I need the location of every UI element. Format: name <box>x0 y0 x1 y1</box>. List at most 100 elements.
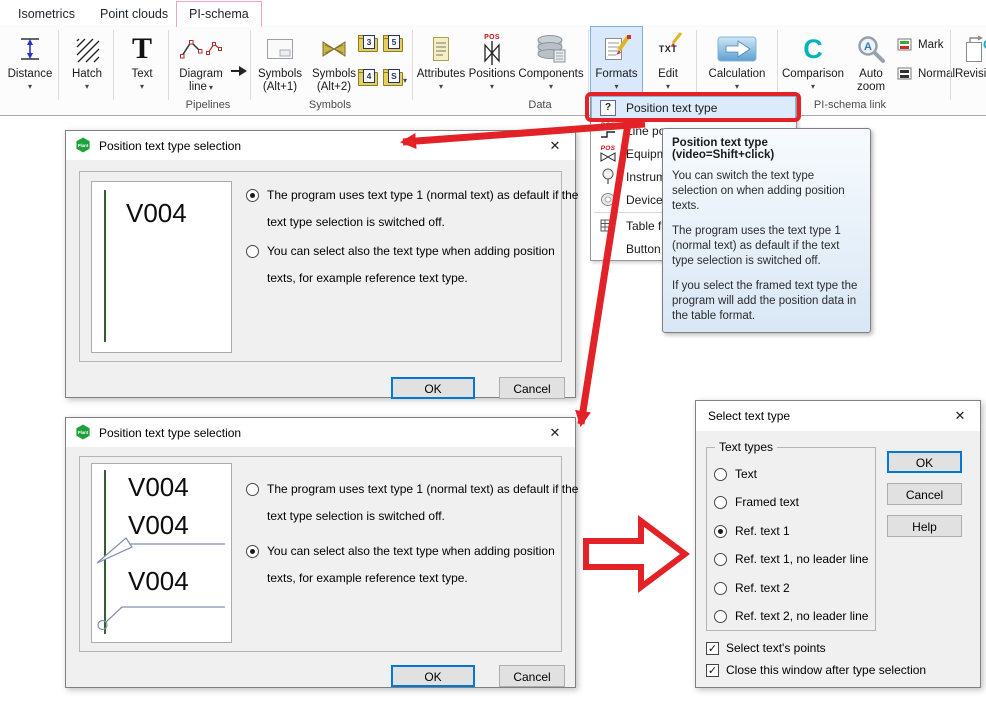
symbol-folder-3-button[interactable]: 3 <box>358 35 378 52</box>
symbol-folder-s-button[interactable]: S <box>383 69 403 86</box>
revision-button[interactable]: C Revision <box>952 28 986 112</box>
chevron-down-icon: ▾ <box>117 82 167 91</box>
radio-button-selected[interactable] <box>246 189 259 202</box>
mark-button[interactable]: Mark <box>897 38 944 52</box>
symbols-alt1-label-1: Symbols <box>254 68 306 81</box>
cancel-button[interactable]: Cancel <box>887 483 962 505</box>
group-box-label: Text types <box>715 440 777 454</box>
formats-icon <box>591 30 642 68</box>
tab-point-clouds[interactable]: Point clouds <box>88 3 180 25</box>
checkbox-close-after-selection[interactable]: ✓ Close this window after type selection <box>706 663 926 677</box>
dialog-title-bar[interactable]: Select text type ✕ <box>696 401 980 431</box>
equipment-position-icon: POS <box>596 145 620 162</box>
ok-button[interactable]: OK <box>391 665 475 687</box>
distance-button[interactable]: Distance ▾ <box>4 28 56 112</box>
radio-ref-text-2-no-leader[interactable]: Ref. text 2, no leader line <box>714 609 868 623</box>
radio-ref-text-2[interactable]: Ref. text 2 <box>714 581 790 595</box>
radio-button[interactable] <box>246 245 259 258</box>
mark-icon <box>897 38 913 52</box>
group-separator <box>777 30 778 100</box>
symbols-valve-icon <box>308 30 360 68</box>
checkbox-checked[interactable]: ✓ <box>706 642 719 655</box>
position-text-type-dialog-1: Plant Position text type selection ✕ V00… <box>65 130 576 398</box>
radio-normal-text-default[interactable]: The program uses text type 1 (normal tex… <box>246 188 585 236</box>
checkbox-checked[interactable]: ✓ <box>706 664 719 677</box>
hatch-button[interactable]: Hatch ▾ <box>62 28 112 112</box>
attributes-button[interactable]: Attributes ▾ <box>416 28 466 112</box>
symbols-alt2-label-1: Symbols <box>308 68 360 81</box>
distance-icon <box>4 30 56 68</box>
components-database-icon <box>518 30 584 68</box>
normal-button[interactable]: Normal <box>897 67 955 81</box>
group-separator <box>58 30 59 100</box>
table-icon <box>596 219 620 232</box>
cancel-button[interactable]: Cancel <box>499 377 565 399</box>
help-button[interactable]: Help <box>887 515 962 537</box>
dialog-title: Select text type <box>708 409 790 423</box>
attributes-icon <box>416 30 466 68</box>
radio-select-text-type[interactable]: You can select also the text type when a… <box>246 544 585 592</box>
distance-label: Distance <box>4 68 56 81</box>
select-text-type-dialog: Select text type ✕ Text types Text Frame… <box>695 400 981 688</box>
pipeline-arrow-icon <box>228 52 250 90</box>
folder-3-icon: 3 <box>363 35 375 49</box>
instrument-icon <box>596 168 620 185</box>
chevron-down-icon: ▾ <box>518 82 584 91</box>
ok-button[interactable]: OK <box>887 451 962 473</box>
menu-item-position-text-type[interactable]: ? Position text type <box>591 96 796 119</box>
chevron-down-icon: ▾ <box>62 82 112 91</box>
plant-app-icon: Plant <box>75 424 91 440</box>
text-label: Text <box>117 68 167 81</box>
text-button[interactable]: T Text ▾ <box>117 28 167 112</box>
close-icon[interactable]: ✕ <box>950 407 970 425</box>
radio-text[interactable]: Text <box>714 467 757 481</box>
group-label-pipelines: Pipelines <box>168 99 248 112</box>
radio-button[interactable] <box>714 553 727 566</box>
tooltip-title: Position text type (video=Shift+click) <box>672 137 861 161</box>
folder-s-icon: S <box>388 69 400 83</box>
diagram-line-label-2: line <box>189 81 207 93</box>
radio-button[interactable] <box>714 610 727 623</box>
preview-position-text: V004 <box>128 472 189 502</box>
tab-pi-schema[interactable]: PI-schema <box>176 1 262 27</box>
tooltip-paragraph: The program uses the text type 1 (normal… <box>672 224 861 269</box>
hatch-label: Hatch <box>62 68 112 81</box>
auto-zoom-label-1: Auto <box>848 68 894 81</box>
checkbox-select-texts-points[interactable]: ✓ Select text's points <box>706 641 826 655</box>
device-icon <box>596 192 620 207</box>
help-icon: ? <box>600 100 616 116</box>
radio-button[interactable] <box>714 496 727 509</box>
ribbon: Distance ▾ Hatch ▾ T Text ▾ Diagram line… <box>0 25 986 116</box>
chevron-down-icon[interactable]: ▾ <box>403 76 407 85</box>
line-position-icon: POS <box>596 122 620 139</box>
preview-position-text: V004 <box>126 198 187 228</box>
radio-select-text-type[interactable]: You can select also the text type when a… <box>246 244 585 292</box>
radio-ref-text-1-no-leader[interactable]: Ref. text 1, no leader line <box>714 552 868 566</box>
symbol-folder-4-button[interactable]: 4 <box>358 69 378 86</box>
tab-isometrics[interactable]: Isometrics <box>6 3 87 25</box>
chevron-down-icon: ▾ <box>781 82 845 91</box>
radio-framed-text[interactable]: Framed text <box>714 495 799 509</box>
dialog-title: Position text type selection <box>99 426 241 440</box>
cancel-button[interactable]: Cancel <box>499 665 565 687</box>
dialog-title-bar[interactable]: Plant Position text type selection ✕ <box>66 131 575 160</box>
radio-button-selected[interactable] <box>714 525 727 538</box>
symbol-folder-5-button[interactable]: 5 <box>383 35 403 52</box>
radio-button[interactable] <box>714 582 727 595</box>
plant-app-icon: Plant <box>75 137 91 153</box>
group-separator <box>696 30 697 100</box>
ok-button[interactable]: OK <box>391 377 475 399</box>
radio-normal-text-default[interactable]: The program uses text type 1 (normal tex… <box>246 482 585 530</box>
hatch-icon <box>62 30 112 68</box>
chevron-down-icon: ▾ <box>700 82 774 91</box>
symbols-window-icon <box>254 30 306 68</box>
close-icon[interactable]: ✕ <box>545 137 565 155</box>
dialog-title-bar[interactable]: Plant Position text type selection ✕ <box>66 418 575 447</box>
revision-icon: C <box>952 30 986 68</box>
radio-button[interactable] <box>714 468 727 481</box>
radio-button[interactable] <box>246 483 259 496</box>
radio-ref-text-1[interactable]: Ref. text 1 <box>714 524 790 538</box>
close-icon[interactable]: ✕ <box>545 424 565 442</box>
radio-button-selected[interactable] <box>246 545 259 558</box>
group-label-data: Data <box>500 99 580 112</box>
